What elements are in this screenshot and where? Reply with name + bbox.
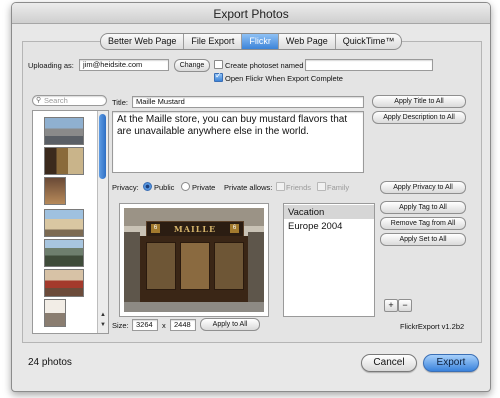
size-separator: x — [162, 321, 166, 330]
photoset-name-input[interactable] — [305, 59, 433, 71]
tag-item-vacation[interactable]: Vacation — [288, 207, 324, 218]
privacy-private-label: Private — [192, 183, 216, 192]
thumbnail-5[interactable] — [44, 239, 84, 267]
sign-emblem-right: 6 — [230, 224, 239, 233]
scroll-up-arrow-icon[interactable]: ▲ — [99, 312, 107, 318]
size-height-input[interactable]: 2448 — [170, 319, 196, 331]
tab-quicktime[interactable]: QuickTime™ — [336, 34, 402, 49]
account-field: jim@heidsite.com — [79, 59, 169, 71]
scrollbar-thumb[interactable] — [99, 114, 106, 179]
add-tag-button[interactable]: + — [384, 299, 398, 312]
apply-size-to-all-button[interactable]: Apply to All — [200, 318, 260, 331]
privacy-private-radio[interactable] — [181, 182, 190, 191]
title-input[interactable]: Maille Mustard — [132, 96, 364, 108]
search-input[interactable]: ⚲ Search — [32, 95, 107, 106]
apply-description-to-all-button[interactable]: Apply Description to All — [372, 111, 466, 124]
version-label: FlickrExport v1.2b2 — [400, 322, 465, 331]
uploading-as-label: Uploading as: — [28, 61, 74, 70]
family-checkbox[interactable] — [317, 182, 326, 191]
apply-title-to-all-button[interactable]: Apply Title to All — [372, 95, 466, 108]
building-right — [248, 232, 264, 312]
shop-sign: 6 MAILLE 6 — [146, 221, 244, 237]
shop-window-left — [146, 242, 176, 290]
open-flickr-label: Open Flickr When Export Complete — [225, 74, 343, 83]
shop-front — [140, 236, 248, 306]
scroll-down-arrow-icon[interactable]: ▼ — [99, 322, 107, 328]
tag-item-europe-2004[interactable]: Europe 2004 — [288, 221, 342, 232]
sidewalk — [124, 302, 264, 312]
change-account-button[interactable]: Change — [174, 59, 210, 72]
remove-tag-button[interactable]: − — [398, 299, 412, 312]
export-button[interactable]: Export — [423, 354, 479, 372]
size-width-input[interactable]: 3264 — [132, 319, 158, 331]
create-photoset-checkbox[interactable] — [214, 60, 223, 69]
tag-list[interactable]: Vacation Europe 2004 — [283, 203, 375, 317]
thumbnail-2[interactable] — [44, 147, 84, 175]
apply-privacy-to-all-button[interactable]: Apply Privacy to All — [380, 181, 466, 194]
privacy-label: Privacy: — [112, 183, 139, 192]
tab-web-page[interactable]: Web Page — [279, 34, 336, 49]
thumbnail-7[interactable] — [44, 299, 66, 327]
thumbnail-4[interactable] — [44, 209, 84, 237]
private-allows-label: Private allows: — [224, 183, 273, 192]
apply-tag-to-all-button[interactable]: Apply Tag to All — [380, 201, 466, 214]
export-photos-window: Export Photos Better Web Page File Expor… — [11, 2, 491, 392]
shop-window-right — [214, 242, 244, 290]
size-label: Size: — [112, 321, 129, 330]
tab-file-export[interactable]: File Export — [184, 34, 243, 49]
search-placeholder: Search — [44, 96, 68, 105]
privacy-public-radio[interactable] — [143, 182, 152, 191]
tab-flickr[interactable]: Flickr — [242, 34, 279, 49]
search-icon: ⚲ — [36, 97, 42, 104]
shop-sign-text: MAILLE — [173, 224, 217, 234]
title-bar: Export Photos — [12, 3, 490, 24]
family-label: Family — [327, 183, 350, 192]
cancel-button[interactable]: Cancel — [361, 354, 417, 372]
title-label: Title: — [112, 98, 128, 107]
thumbnail-1[interactable] — [44, 117, 84, 145]
thumbnail-scrollbar[interactable]: ▲ ▼ — [97, 111, 108, 333]
photo-preview: 6 MAILLE 6 — [119, 203, 269, 317]
remove-tag-from-all-button[interactable]: Remove Tag from All — [380, 217, 466, 230]
open-flickr-checkbox[interactable] — [214, 71, 223, 82]
window-title: Export Photos — [213, 7, 289, 21]
description-textarea[interactable]: At the Maille store, you can buy mustard… — [112, 111, 364, 173]
privacy-public-label: Public — [154, 183, 175, 192]
photo-thumbnail-list[interactable]: ▲ ▼ — [32, 110, 109, 334]
shop-door — [180, 242, 210, 290]
export-tab-bar: Better Web Page File Export Flickr Web P… — [100, 33, 403, 50]
photo-count: 24 photos — [28, 357, 72, 368]
friends-checkbox[interactable] — [276, 182, 285, 191]
thumbnail-6[interactable] — [44, 269, 84, 297]
friends-label: Friends — [286, 183, 312, 192]
tab-better-web-page[interactable]: Better Web Page — [101, 34, 185, 49]
building-left — [124, 232, 140, 312]
create-photoset-label: Create photoset named — [225, 61, 304, 70]
thumbnail-3[interactable] — [44, 177, 66, 205]
apply-set-to-all-button[interactable]: Apply Set to All — [380, 233, 466, 246]
